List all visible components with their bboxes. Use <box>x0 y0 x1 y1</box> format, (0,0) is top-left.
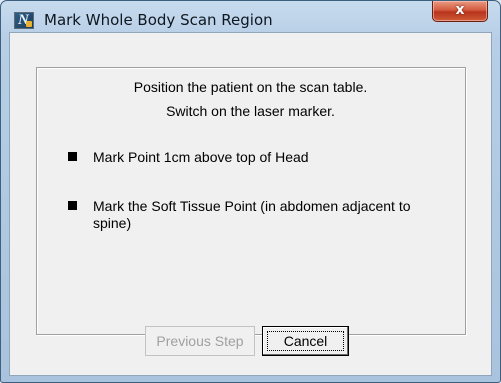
instruction-line-1: Position the patient on the scan table. <box>133 79 368 95</box>
title-bar[interactable]: N Mark Whole Body Scan Region x <box>1 1 500 34</box>
step-label: Mark the Soft Tissue Point (in abdomen a… <box>93 198 411 231</box>
cancel-button[interactable]: Cancel <box>262 326 349 356</box>
previous-step-button[interactable]: Previous Step <box>145 326 255 356</box>
dialog-window: N Mark Whole Body Scan Region x Position… <box>0 0 501 383</box>
app-logo-icon[interactable]: N <box>14 12 34 29</box>
bullet-icon <box>68 152 77 161</box>
instruction-line-2: Switch on the laser marker. <box>166 103 335 119</box>
close-button[interactable]: x <box>432 1 488 22</box>
window-title: Mark Whole Body Scan Region <box>44 11 273 29</box>
cancel-label: Cancel <box>283 333 328 349</box>
dialog-client-area: Position the patient on the scan table. … <box>9 32 492 376</box>
previous-step-label: Previous Step <box>156 333 244 349</box>
close-icon: x <box>455 2 465 18</box>
bullet-icon <box>68 201 77 210</box>
step-label: Mark Point 1cm above top of Head <box>93 149 309 165</box>
